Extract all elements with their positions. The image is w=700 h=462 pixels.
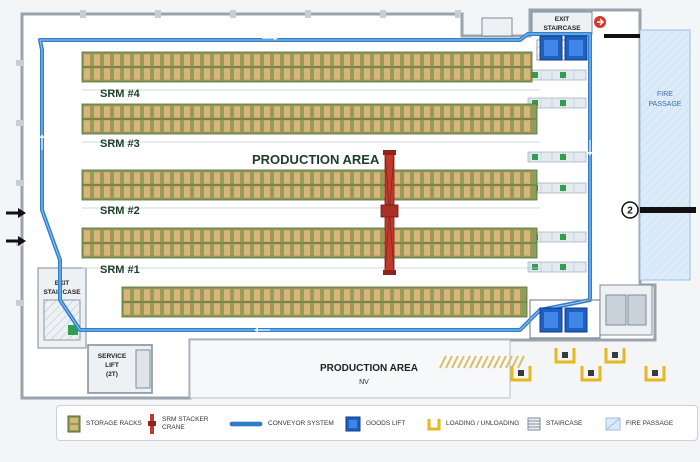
legend-label-goods-lift: GOODS LIFT <box>366 420 406 427</box>
marker-number: 2 <box>627 206 633 217</box>
rack-row <box>81 103 538 135</box>
bay-machine <box>627 294 647 326</box>
transfer-conveyor <box>527 69 587 81</box>
loading-unit <box>604 348 626 364</box>
legend-item-loading-unloading: LOADING / UNLOADING <box>427 406 519 442</box>
loading-unit <box>510 366 532 382</box>
legend-label-conveyor-system: CONVEYOR SYSTEM <box>268 420 334 427</box>
goods-lift <box>564 307 588 333</box>
srm1-label: SRM #1 <box>100 264 140 276</box>
bay-machine <box>605 294 627 326</box>
loading-unloading-icon <box>427 419 441 431</box>
exit-staircase-top-label: EXIT <box>555 16 569 23</box>
srm4-label: SRM #4 <box>100 88 141 100</box>
legend: STORAGE RACKS SRM STACKER CRANE CONVEYOR… <box>56 405 698 441</box>
transfer-conveyor <box>527 261 587 273</box>
rack-row <box>81 51 533 83</box>
floor-plan: FIRE PASSAGE EXIT STAIRCASE EXIT STAIRCA… <box>6 8 696 400</box>
rack-row <box>81 169 538 201</box>
rack-row <box>121 286 528 318</box>
legend-label-storage-racks: STORAGE RACKS <box>86 420 142 427</box>
legend-item-goods-lift: GOODS LIFT <box>345 406 405 442</box>
service-lift-label: SERVICE <box>98 353 127 360</box>
goods-lift <box>539 307 563 333</box>
loading-unit <box>554 348 576 364</box>
legend-item-storage-racks: STORAGE RACKS <box>67 406 142 442</box>
srm3-label: SRM #3 <box>100 138 140 150</box>
legend-item-srm-stacker-crane: SRM STACKER CRANE <box>147 406 209 442</box>
loading-unit <box>580 366 602 382</box>
loading-unit <box>644 366 666 382</box>
legend-label-staircase: STAIRCASE <box>546 420 583 427</box>
exit-sign-icon <box>594 16 606 28</box>
production-area-nv-sub: NV <box>359 379 369 386</box>
service-lift-label-2: LIFT <box>105 362 119 369</box>
production-area-nv-label: PRODUCTION AREA <box>320 363 418 374</box>
storage-racks-icon <box>67 415 81 433</box>
exit-staircase-left-label-2: STAIRCASE <box>43 289 81 296</box>
goods-lift <box>539 35 563 61</box>
production-area-label: PRODUCTION AREA <box>252 152 380 167</box>
small-room <box>481 17 513 37</box>
goods-lift <box>564 35 588 61</box>
loading-unloading-units <box>510 348 666 382</box>
service-lift-label-3: (2T) <box>106 371 118 378</box>
warehouse-layout: FIRE PASSAGE EXIT STAIRCASE EXIT STAIRCA… <box>0 0 700 457</box>
staircase-icon <box>527 417 541 431</box>
legend-label-loading-unloading: LOADING / UNLOADING <box>446 420 520 427</box>
legend-label-srm-stacker-crane: SRM STACKER CRANE <box>162 416 209 431</box>
goods-lift-icon <box>345 416 361 432</box>
fire-passage-icon <box>605 417 621 431</box>
conveyor-system-icon <box>229 421 263 427</box>
legend-item-staircase: STAIRCASE <box>527 406 582 442</box>
srm2-label: SRM #2 <box>100 205 140 217</box>
exit-staircase-top-label-2: STAIRCASE <box>543 25 581 32</box>
rack-row <box>81 227 538 259</box>
srm-stacker-crane-icon <box>148 414 156 434</box>
legend-label-fire-passage: FIRE PASSAGE <box>626 420 674 427</box>
fire-passage-label: FIRE <box>657 91 673 98</box>
exit-staircase-left-label: EXIT <box>55 280 69 287</box>
fire-passage-label-2: PASSAGE <box>649 101 682 108</box>
legend-item-conveyor-system: CONVEYOR SYSTEM <box>229 406 334 442</box>
legend-item-fire-passage: FIRE PASSAGE <box>605 406 673 442</box>
transfer-conveyor <box>527 151 587 163</box>
